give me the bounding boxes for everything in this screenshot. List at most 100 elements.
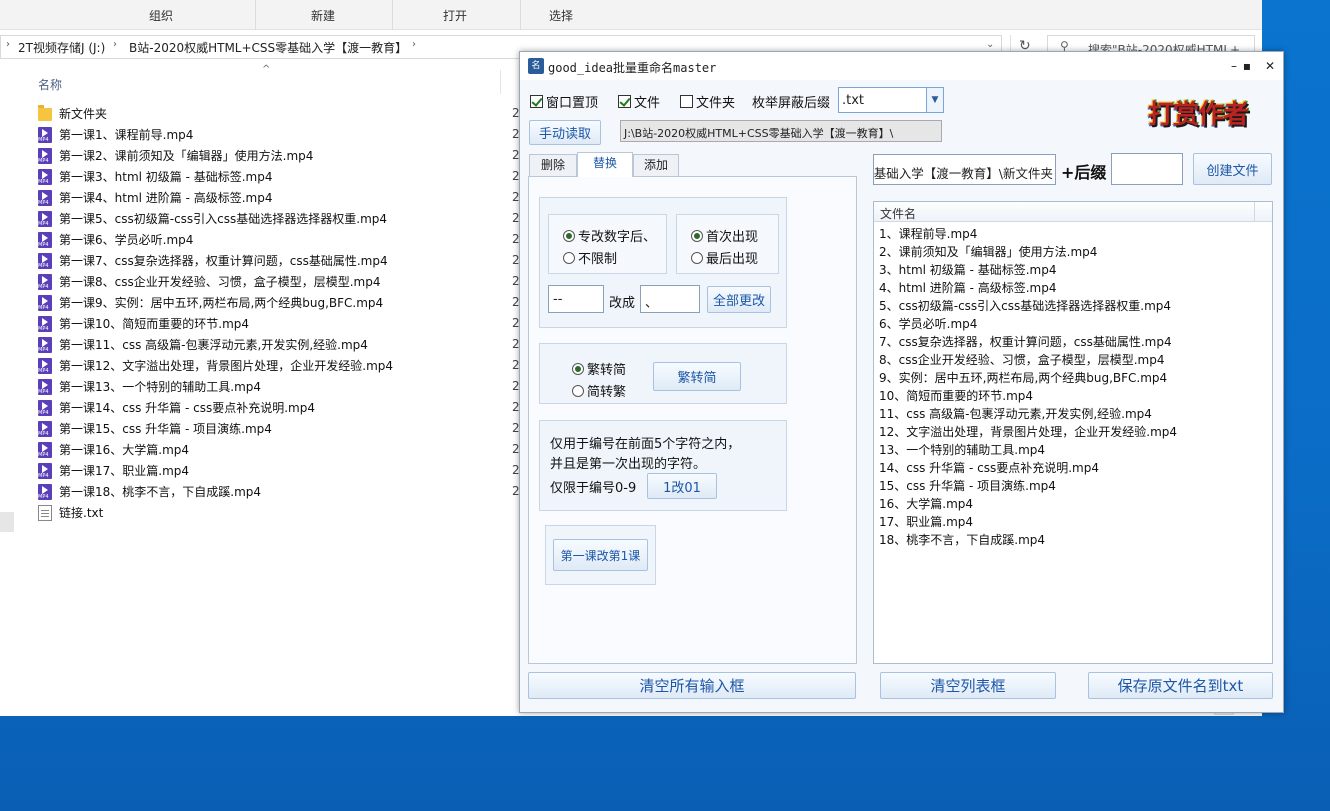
title-bar[interactable]: 名 good_idea批量重命名master – ▪ ✕ bbox=[520, 52, 1283, 80]
list-item[interactable]: 14、css 升华篇 - css要点补充说明.mp4 bbox=[879, 459, 1269, 477]
sort-arrow-icon: ^ bbox=[262, 64, 271, 75]
close-button[interactable]: ✕ bbox=[1260, 56, 1280, 76]
occurrence-group: 首次出现 最后出现 bbox=[676, 214, 779, 274]
file-row[interactable]: 新文件夹 bbox=[38, 103, 518, 124]
file-row[interactable]: 第一课5、css初级篇-css引入css基础选择器选择器权重.mp4 bbox=[38, 208, 518, 229]
file-name: 第一课13、一个特别的辅助工具.mp4 bbox=[59, 380, 262, 394]
file-row[interactable]: 第一课4、html 进阶篇 - 高级标签.mp4 bbox=[38, 187, 518, 208]
file-row[interactable]: 第一课16、大学篇.mp4 bbox=[38, 439, 518, 460]
file-row[interactable]: 第一课7、css复杂选择器，权重计算问题，css基础属性.mp4 bbox=[38, 250, 518, 271]
nav-pane-scroll-handle[interactable] bbox=[0, 512, 14, 532]
tab-add[interactable]: 添加 bbox=[633, 154, 679, 176]
checkbox-file[interactable]: 文件 bbox=[618, 92, 660, 111]
file-row[interactable]: 链接.txt bbox=[38, 502, 518, 523]
file-row[interactable]: 第一课11、css 高级篇-包裹浮动元素,开发实例,经验.mp4 bbox=[38, 334, 518, 355]
list-item[interactable]: 12、文字溢出处理，背景图片处理，企业开发经验.mp4 bbox=[879, 423, 1269, 441]
clear-inputs-button[interactable]: 清空所有输入框 bbox=[528, 672, 856, 699]
replace-to-input[interactable]: 、 bbox=[640, 285, 700, 313]
file-row[interactable]: 第一课3、html 初级篇 - 基础标签.mp4 bbox=[38, 166, 518, 187]
address-dropdown-icon[interactable]: ⌄ bbox=[986, 39, 994, 50]
breadcrumb-drive[interactable]: 2T视频存储J (J:) bbox=[18, 39, 105, 56]
ribbon-divider bbox=[392, 0, 393, 30]
list-item[interactable]: 13、一个特别的辅助工具.mp4 bbox=[879, 441, 1269, 459]
video-file-icon bbox=[38, 231, 52, 248]
checkbox-checked-icon bbox=[530, 95, 543, 108]
radio-unselected-icon bbox=[572, 384, 584, 397]
list-item[interactable]: 4、html 进阶篇 - 高级标签.mp4 bbox=[879, 279, 1269, 297]
radio-traditional-to-simplified[interactable]: 繁转简 bbox=[572, 359, 626, 378]
list-item[interactable]: 15、css 升华篇 - 项目演练.mp4 bbox=[879, 477, 1269, 495]
video-file-icon bbox=[38, 399, 52, 416]
file-row[interactable]: 第一课14、css 升华篇 - css要点补充说明.mp4 bbox=[38, 397, 518, 418]
file-row[interactable]: 第一课12、文字溢出处理，背景图片处理，企业开发经验.mp4 bbox=[38, 355, 518, 376]
chevron-down-icon[interactable]: ▼ bbox=[926, 88, 943, 112]
list-item[interactable]: 6、学员必听.mp4 bbox=[879, 315, 1269, 333]
lesson-rename-group: 第一课改第1课 bbox=[545, 525, 656, 585]
column-divider[interactable] bbox=[500, 70, 501, 94]
checkbox-checked-icon bbox=[618, 95, 631, 108]
file-list: 新文件夹第一课1、课程前导.mp4 第一课2、课前须知及「编辑器」使用方法.mp4… bbox=[38, 103, 518, 523]
ribbon-select[interactable]: 选择 bbox=[549, 7, 573, 24]
maximize-button[interactable]: ▪ bbox=[1237, 56, 1257, 76]
file-row[interactable]: 第一课17、职业篇.mp4 bbox=[38, 460, 518, 481]
video-file-icon bbox=[38, 147, 52, 164]
checkbox-folder[interactable]: 文件夹 bbox=[680, 92, 735, 111]
file-row[interactable]: 第一课6、学员必听.mp4 bbox=[38, 229, 518, 250]
list-item[interactable]: 16、大学篇.mp4 bbox=[879, 495, 1269, 513]
list-item[interactable]: 3、html 初级篇 - 基础标签.mp4 bbox=[879, 261, 1269, 279]
ribbon-new[interactable]: 新建 bbox=[311, 7, 335, 24]
ribbon-organize[interactable]: 组织 bbox=[149, 7, 173, 24]
list-item[interactable]: 5、css初级篇-css引入css基础选择器选择器权重.mp4 bbox=[879, 297, 1269, 315]
column-header-name[interactable]: 名称 bbox=[38, 76, 62, 93]
note-line: 并且是第一次出现的字符。 bbox=[550, 457, 707, 472]
lesson-rename-button[interactable]: 第一课改第1课 bbox=[553, 539, 648, 571]
note-line: 仅限于编号0-9 bbox=[550, 481, 637, 496]
list-item[interactable]: 7、css复杂选择器，权重计算问题，css基础属性.mp4 bbox=[879, 333, 1269, 351]
radio-only-after-digit[interactable]: 专改数字后、 bbox=[563, 226, 656, 245]
list-item[interactable]: 8、css企业开发经验、习惯，盒子模型，层模型.mp4 bbox=[879, 351, 1269, 369]
list-item[interactable]: 10、简短而重要的环节.mp4 bbox=[879, 387, 1269, 405]
pad-number-button[interactable]: 1改01 bbox=[647, 473, 717, 499]
replace-from-input[interactable]: -- bbox=[548, 285, 604, 313]
radio-simplified-to-traditional[interactable]: 简转繁 bbox=[572, 381, 626, 400]
list-item[interactable]: 9、实例：居中五环,两栏布局,两个经典bug,BFC.mp4 bbox=[879, 369, 1269, 387]
breadcrumb-folder[interactable]: B站-2020权威HTML+CSS零基础入学【渡一教育】 bbox=[129, 39, 407, 56]
convert-button[interactable]: 繁转简 bbox=[653, 362, 741, 391]
list-item[interactable]: 17、职业篇.mp4 bbox=[879, 513, 1269, 531]
list-item[interactable]: 1、课程前导.mp4 bbox=[879, 225, 1269, 243]
file-row[interactable]: 第一课10、简短而重要的环节.mp4 bbox=[38, 313, 518, 334]
list-item[interactable]: 11、css 高级篇-包裹浮动元素,开发实例,经验.mp4 bbox=[879, 405, 1269, 423]
list-header-divider[interactable] bbox=[1254, 202, 1271, 221]
radio-first-occurrence[interactable]: 首次出现 bbox=[691, 226, 758, 245]
position-scope-group: 专改数字后、 不限制 bbox=[548, 214, 667, 274]
file-row[interactable]: 第一课13、一个特别的辅助工具.mp4 bbox=[38, 376, 518, 397]
list-item[interactable]: 2、课前须知及「编辑器」使用方法.mp4 bbox=[879, 243, 1269, 261]
change-all-button[interactable]: 全部更改 bbox=[707, 286, 771, 313]
ribbon-open[interactable]: 打开 bbox=[443, 7, 467, 24]
file-row[interactable]: 第一课15、css 升华篇 - 项目演练.mp4 bbox=[38, 418, 518, 439]
save-names-txt-button[interactable]: 保存原文件名到txt bbox=[1088, 672, 1273, 699]
ribbon-divider bbox=[520, 0, 521, 30]
tab-replace[interactable]: 替换 bbox=[577, 152, 633, 177]
donate-author-logo[interactable]: 打赏作者 bbox=[1148, 94, 1268, 134]
file-row[interactable]: 第一课1、课程前导.mp4 bbox=[38, 124, 518, 145]
tab-delete[interactable]: 删除 bbox=[529, 154, 577, 176]
suffix-filter-select[interactable]: .txt ▼ bbox=[838, 87, 944, 113]
checkbox-window-on-top[interactable]: 窗口置顶 bbox=[530, 92, 598, 111]
radio-unlimited[interactable]: 不限制 bbox=[563, 248, 617, 267]
file-row[interactable]: 第一课8、css企业开发经验、习惯，盒子模型，层模型.mp4 bbox=[38, 271, 518, 292]
target-path-input[interactable]: J:\B站-2020权威HTML+CSS零基础入学【渡一教育】\新文件夹 bbox=[873, 154, 1056, 185]
file-row[interactable]: 第一课2、课前须知及「编辑器」使用方法.mp4 bbox=[38, 145, 518, 166]
video-file-icon bbox=[38, 483, 52, 500]
list-item[interactable]: 18、桃李不言，下自成蹊.mp4 bbox=[879, 531, 1269, 549]
file-name: 第一课6、学员必听.mp4 bbox=[59, 233, 194, 247]
clear-list-button[interactable]: 清空列表框 bbox=[880, 672, 1056, 699]
create-file-button[interactable]: 创建文件 bbox=[1193, 153, 1272, 185]
radio-last-occurrence[interactable]: 最后出现 bbox=[691, 248, 758, 267]
file-row[interactable]: 第一课9、实例：居中五环,两栏布局,两个经典bug,BFC.mp4 bbox=[38, 292, 518, 313]
file-row[interactable]: 第一课18、桃李不言，下自成蹊.mp4 bbox=[38, 481, 518, 502]
list-header[interactable]: 文件名 bbox=[874, 202, 1272, 222]
filename-list[interactable]: 文件名 1、课程前导.mp4 2、课前须知及「编辑器」使用方法.mp4 3、html… bbox=[873, 201, 1273, 664]
manual-read-button[interactable]: 手动读取 bbox=[529, 120, 601, 145]
suffix-input[interactable] bbox=[1111, 153, 1183, 185]
